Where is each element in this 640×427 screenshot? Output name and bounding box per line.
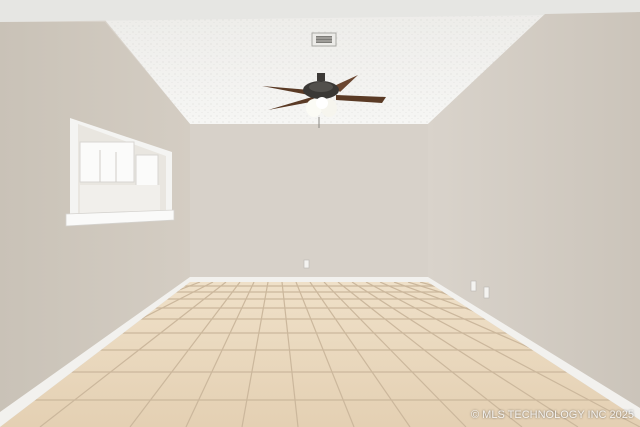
room-photo: © MLS TECHNOLOGY INC 2025	[0, 0, 640, 427]
room-illustration	[0, 0, 640, 427]
ceiling-vent	[311, 32, 337, 47]
back-wall	[190, 124, 428, 282]
mls-watermark: © MLS TECHNOLOGY INC 2025	[471, 409, 634, 421]
